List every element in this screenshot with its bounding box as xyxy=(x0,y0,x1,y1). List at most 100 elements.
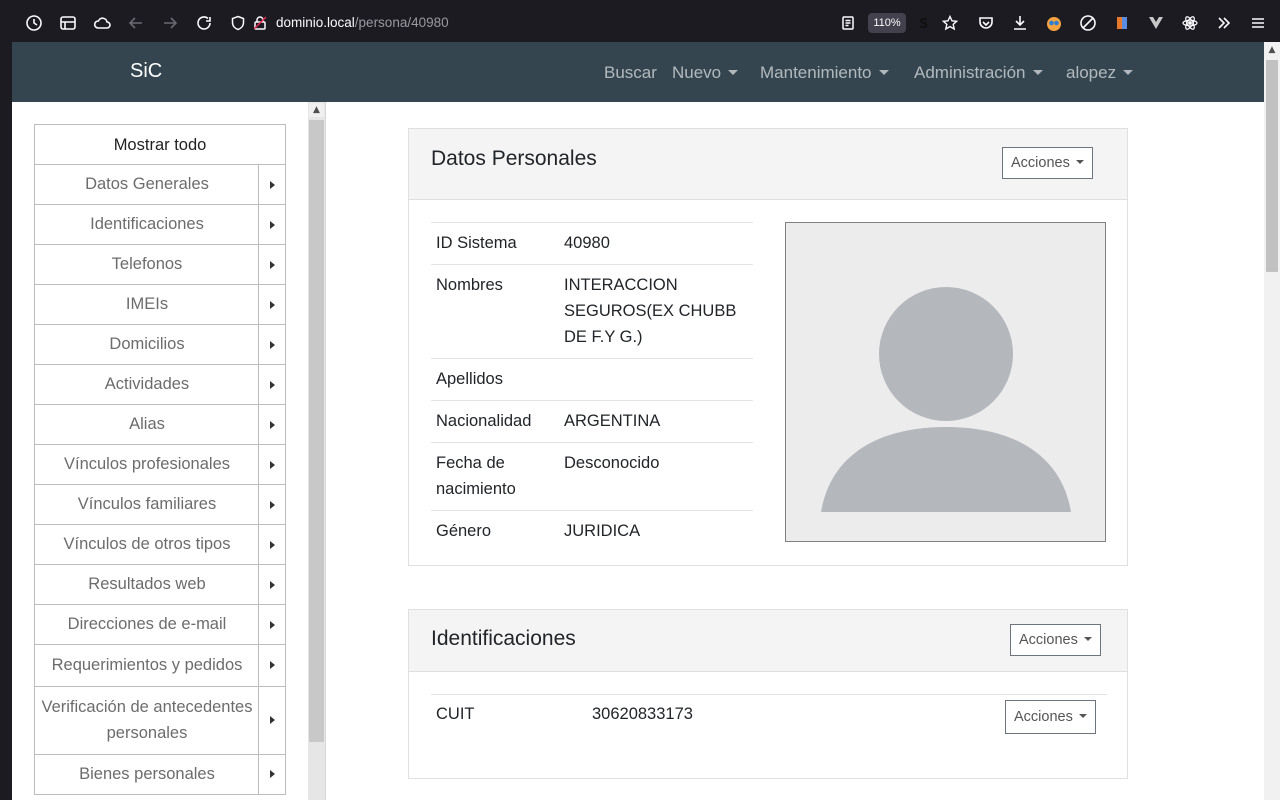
page-scrollbar[interactable]: ▲ xyxy=(1264,42,1280,800)
chevron-right-icon[interactable] xyxy=(258,285,285,324)
sidebar-item-label: Telefonos xyxy=(111,255,183,273)
address-bar[interactable]: dominio.local/persona/40980 110% S xyxy=(224,8,968,38)
nav-user[interactable]: alopez xyxy=(1066,63,1134,83)
chevron-right-icon[interactable] xyxy=(258,205,285,244)
chevron-right-icon[interactable] xyxy=(258,245,285,284)
chevron-right-icon[interactable] xyxy=(258,485,285,524)
table-row: CUIT 30620833173 Acciones xyxy=(431,694,1107,750)
chevron-right-icon[interactable] xyxy=(258,405,285,444)
chevron-right-icon[interactable] xyxy=(258,445,285,484)
table-row: Fecha de nacimiento Desconocido xyxy=(431,443,753,511)
url-text[interactable]: dominio.local/persona/40980 xyxy=(276,15,449,30)
overflow-chevron-icon[interactable] xyxy=(1212,11,1236,35)
back-arrow-icon[interactable] xyxy=(124,11,148,35)
sidebar-item-alias[interactable]: Alias xyxy=(34,405,286,445)
chevron-right-icon[interactable] xyxy=(258,565,285,604)
menu-hamburger-icon[interactable] xyxy=(1246,11,1270,35)
row-value: 30620833173 xyxy=(592,705,693,723)
downloads-icon[interactable] xyxy=(1008,11,1032,35)
identificaciones-card: Identificaciones Acciones CUIT 306208331… xyxy=(408,609,1128,779)
sidebar-item-requerimientos[interactable]: Requerimientos y pedidos xyxy=(34,645,286,687)
sidebar-item-identificaciones[interactable]: Identificaciones xyxy=(34,205,286,245)
profile-photo-placeholder xyxy=(785,222,1106,542)
row-value: INTERACCION SEGUROS(EX CHUBB DE F.Y G.) xyxy=(564,276,737,346)
extension-vue-icon[interactable] xyxy=(1144,11,1168,35)
table-row: ID Sistema 40980 xyxy=(431,223,753,265)
chevron-right-icon[interactable] xyxy=(258,605,285,644)
sidebar-item-telefonos[interactable]: Telefonos xyxy=(34,245,286,285)
row-value: ARGENTINA xyxy=(564,412,661,430)
sidebar-item-label: Resultados web xyxy=(88,575,206,593)
chevron-right-icon[interactable] xyxy=(258,525,285,564)
sidebar-item-label: Vínculos de otros tipos xyxy=(63,535,231,553)
chevron-down-icon xyxy=(1075,160,1084,164)
sidebar-scrollbar[interactable]: ▲ xyxy=(308,102,325,800)
sidebar-item-bienes[interactable]: Bienes personales xyxy=(34,754,286,795)
sidebar-item-vinculos-otros[interactable]: Vínculos de otros tipos xyxy=(34,525,286,565)
acciones-label: Acciones xyxy=(1011,155,1070,171)
acciones-dropdown-button[interactable]: Acciones xyxy=(1002,147,1093,179)
person-avatar-icon xyxy=(821,287,1071,512)
row-key: Apellidos xyxy=(436,370,503,388)
scroll-up-icon[interactable]: ▲ xyxy=(1266,44,1278,56)
history-icon[interactable] xyxy=(22,11,46,35)
sidebar-item-label: Direcciones de e-mail xyxy=(67,615,227,633)
extension-s-icon[interactable]: S xyxy=(914,13,934,33)
table-row: Nacionalidad ARGENTINA xyxy=(431,401,753,443)
zoom-level-badge[interactable]: 110% xyxy=(868,13,906,33)
extension-react-icon[interactable] xyxy=(1178,11,1202,35)
table-row: Nombres INTERACCION SEGUROS(EX CHUBB DE F… xyxy=(431,265,753,359)
sidebar-item-actividades[interactable]: Actividades xyxy=(34,365,286,405)
sidebar-item-label: Identificaciones xyxy=(90,215,204,233)
extension-owl-icon[interactable] xyxy=(1042,11,1066,35)
chevron-down-icon xyxy=(1032,70,1043,75)
pocket-icon[interactable] xyxy=(974,11,998,35)
nav-mantenimiento[interactable]: Mantenimiento xyxy=(760,63,889,83)
table-row: Apellidos xyxy=(431,359,753,401)
sidebar-item-vinculos-profesionales[interactable]: Vínculos profesionales xyxy=(34,445,286,485)
sidebar-item-emails[interactable]: Direcciones de e-mail xyxy=(34,605,286,645)
sidebar-item-domicilios[interactable]: Domicilios xyxy=(34,325,286,365)
sidebar-item-verificacion[interactable]: Verificación de antecedentes personales xyxy=(34,686,286,755)
sidebar-scroll-thumb[interactable] xyxy=(309,120,324,742)
chevron-right-icon[interactable] xyxy=(258,365,285,404)
chevron-right-icon[interactable] xyxy=(258,325,285,364)
nav-buscar[interactable]: Buscar xyxy=(604,63,657,83)
chevron-right-icon[interactable] xyxy=(258,165,285,204)
chevron-down-icon xyxy=(878,70,889,75)
sidebar: Mostrar todo Datos Generales Identificac… xyxy=(12,102,326,800)
scroll-up-icon[interactable]: ▲ xyxy=(309,103,324,117)
brand-logo[interactable]: SiC xyxy=(130,60,162,83)
row-value: Desconocido xyxy=(564,454,660,472)
nav-nuevo[interactable]: Nuevo xyxy=(672,63,739,83)
extension-flag-icon[interactable] xyxy=(1110,11,1134,35)
chevron-down-icon xyxy=(1083,637,1092,641)
sidebar-item-label: Requerimientos y pedidos xyxy=(51,656,243,674)
chevron-right-icon[interactable] xyxy=(258,645,285,686)
sidebar-menu: Mostrar todo Datos Generales Identificac… xyxy=(34,124,286,795)
nav-administracion[interactable]: Administración xyxy=(914,63,1043,83)
bookmark-star-icon[interactable] xyxy=(940,13,960,33)
cloud-icon[interactable] xyxy=(90,11,114,35)
insecure-lock-icon[interactable] xyxy=(250,13,270,33)
sidebar-item-datos-generales[interactable]: Datos Generales xyxy=(34,165,286,205)
row-acciones-button[interactable]: Acciones xyxy=(1005,700,1096,734)
sidebar-toggle-icon[interactable] xyxy=(56,11,80,35)
sidebar-item-vinculos-familiares[interactable]: Vínculos familiares xyxy=(34,485,286,525)
row-key: Fecha de nacimiento xyxy=(436,454,516,498)
extension-disabled-icon[interactable] xyxy=(1076,11,1100,35)
sidebar-item-label: Actividades xyxy=(104,375,190,393)
chevron-right-icon[interactable] xyxy=(258,754,285,794)
page-scroll-thumb[interactable] xyxy=(1266,60,1278,272)
sidebar-item-imeis[interactable]: IMEIs xyxy=(34,285,286,325)
chevron-right-icon[interactable] xyxy=(258,686,285,754)
sidebar-item-label: Alias xyxy=(129,415,165,433)
sidebar-item-resultados-web[interactable]: Resultados web xyxy=(34,565,286,605)
reader-view-icon[interactable] xyxy=(838,13,858,33)
sidebar-show-all[interactable]: Mostrar todo xyxy=(34,124,286,165)
shield-icon[interactable] xyxy=(228,13,248,33)
nav-mantenimiento-label: Mantenimiento xyxy=(760,63,872,82)
forward-arrow-icon[interactable] xyxy=(158,11,182,35)
reload-icon[interactable] xyxy=(192,11,216,35)
acciones-dropdown-button[interactable]: Acciones xyxy=(1010,624,1101,656)
